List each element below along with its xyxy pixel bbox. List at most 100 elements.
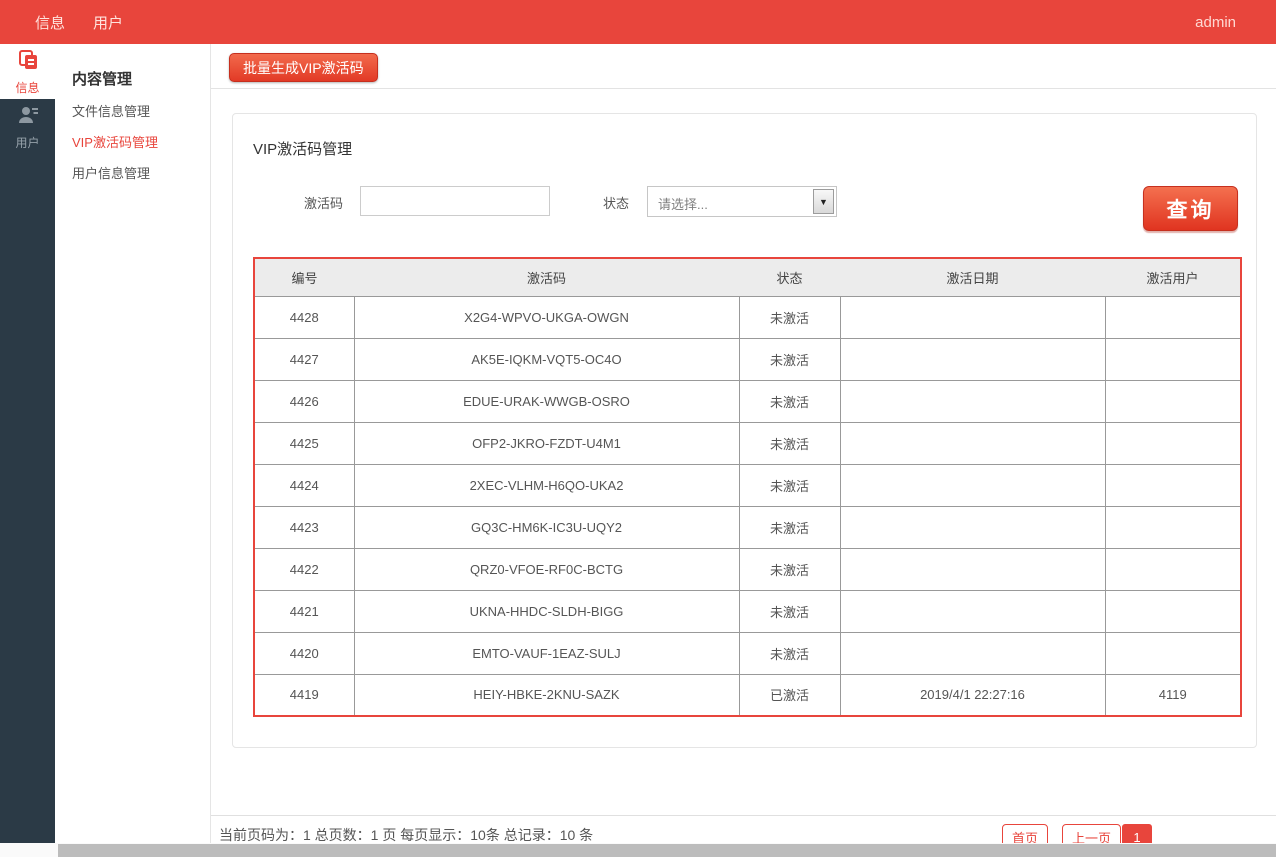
submenu-heading: 内容管理 xyxy=(55,44,210,95)
user-icon xyxy=(16,103,40,132)
table-cell xyxy=(840,590,1105,632)
batch-generate-button[interactable]: 批量生成VIP激活码 xyxy=(229,53,378,82)
app-window: 信息 用户 admin 信息 xyxy=(0,0,1276,857)
table-cell: 4427 xyxy=(254,338,354,380)
table-cell: EDUE-URAK-WWGB-OSRO xyxy=(354,380,739,422)
activation-code-input[interactable] xyxy=(360,186,550,216)
table-cell: 4419 xyxy=(254,674,354,716)
rail-item-user[interactable]: 用户 xyxy=(0,99,55,154)
table-cell: 未激活 xyxy=(739,422,840,464)
horizontal-scrollbar[interactable] xyxy=(0,843,1276,857)
top-tab-user[interactable]: 用户 xyxy=(93,12,123,33)
table-cell: AK5E-IQKM-VQT5-OC4O xyxy=(354,338,739,380)
table-cell xyxy=(1105,506,1241,548)
table-row: 4426EDUE-URAK-WWGB-OSRO未激活 xyxy=(254,380,1241,422)
table-cell xyxy=(840,464,1105,506)
table-cell: 4420 xyxy=(254,632,354,674)
table-cell: 4424 xyxy=(254,464,354,506)
panel-title: VIP激活码管理 xyxy=(253,138,352,159)
table-cell: 2019/4/1 22:27:16 xyxy=(840,674,1105,716)
table-row: 4423GQ3C-HM6K-IC3U-UQY2未激活 xyxy=(254,506,1241,548)
vip-codes-table: 编号激活码状态激活日期激活用户 4428X2G4-WPVO-UKGA-OWGN未… xyxy=(253,257,1242,717)
table-header-row: 编号激活码状态激活日期激活用户 xyxy=(254,258,1241,296)
table-header-cell: 状态 xyxy=(739,258,840,296)
table-cell: 4423 xyxy=(254,506,354,548)
table-cell xyxy=(840,632,1105,674)
table-row: 4421UKNA-HHDC-SLDH-BIGG未激活 xyxy=(254,590,1241,632)
table-row: 4428X2G4-WPVO-UKGA-OWGN未激活 xyxy=(254,296,1241,338)
table-row: 4422QRZ0-VFOE-RF0C-BCTG未激活 xyxy=(254,548,1241,590)
status-field-label: 状态 xyxy=(601,193,629,212)
table-cell: 4428 xyxy=(254,296,354,338)
table-cell xyxy=(1105,590,1241,632)
search-button[interactable]: 查询 xyxy=(1143,186,1238,231)
table-cell xyxy=(840,506,1105,548)
table-cell: 未激活 xyxy=(739,506,840,548)
table-cell xyxy=(840,422,1105,464)
table-cell: 4119 xyxy=(1105,674,1241,716)
table-row: 4427AK5E-IQKM-VQT5-OC4O未激活 xyxy=(254,338,1241,380)
sidebar-item-user-info[interactable]: 用户信息管理 xyxy=(55,157,210,188)
top-nav-tabs: 信息 用户 xyxy=(35,0,123,44)
footer-divider xyxy=(211,815,1276,816)
top-navbar: 信息 用户 admin xyxy=(0,0,1276,44)
table-cell xyxy=(1105,338,1241,380)
table-cell: 未激活 xyxy=(739,464,840,506)
table-cell: UKNA-HHDC-SLDH-BIGG xyxy=(354,590,739,632)
toolbar-divider xyxy=(211,88,1276,89)
table-cell: 未激活 xyxy=(739,338,840,380)
chevron-down-icon: ▼ xyxy=(819,197,828,207)
table-row: 4419HEIY-HBKE-2KNU-SAZK已激活2019/4/1 22:27… xyxy=(254,674,1241,716)
table-cell: 4422 xyxy=(254,548,354,590)
table-row: 4425OFP2-JKRO-FZDT-U4M1未激活 xyxy=(254,422,1241,464)
table-cell: EMTO-VAUF-1EAZ-SULJ xyxy=(354,632,739,674)
status-select-value: 请选择... xyxy=(658,194,708,213)
table-header-cell: 编号 xyxy=(254,258,354,296)
table-cell: 未激活 xyxy=(739,590,840,632)
table-cell xyxy=(1105,464,1241,506)
table-body: 4428X2G4-WPVO-UKGA-OWGN未激活4427AK5E-IQKM-… xyxy=(254,296,1241,716)
table-cell xyxy=(1105,422,1241,464)
select-arrow-button[interactable]: ▼ xyxy=(813,189,834,214)
table-cell xyxy=(840,296,1105,338)
sidebar-item-vip-codes[interactable]: VIP激活码管理 xyxy=(55,126,210,157)
documents-icon xyxy=(16,48,40,77)
table-header-cell: 激活码 xyxy=(354,258,739,296)
code-field-label: 激活码 xyxy=(279,193,343,212)
table-row: 4420EMTO-VAUF-1EAZ-SULJ未激活 xyxy=(254,632,1241,674)
logged-in-user[interactable]: admin xyxy=(1195,0,1236,44)
table-header-cell: 激活日期 xyxy=(840,258,1105,296)
table-cell: 已激活 xyxy=(739,674,840,716)
status-select[interactable]: 请选择... ▼ xyxy=(647,186,837,217)
rail-item-label: 信息 xyxy=(15,79,39,96)
table-cell: QRZ0-VFOE-RF0C-BCTG xyxy=(354,548,739,590)
main-content: 批量生成VIP激活码 VIP激活码管理 激活码 状态 请选择... ▼ 查询 编… xyxy=(211,44,1276,844)
table-cell: 未激活 xyxy=(739,632,840,674)
horizontal-scrollbar-thumb[interactable] xyxy=(58,844,1276,857)
table-cell: 4426 xyxy=(254,380,354,422)
table-cell: GQ3C-HM6K-IC3U-UQY2 xyxy=(354,506,739,548)
table-cell: 4425 xyxy=(254,422,354,464)
icon-rail: 信息 用户 xyxy=(0,44,55,844)
table-cell xyxy=(840,380,1105,422)
table-header-cell: 激活用户 xyxy=(1105,258,1241,296)
table-cell: 未激活 xyxy=(739,548,840,590)
table-cell xyxy=(1105,380,1241,422)
table-cell: 4421 xyxy=(254,590,354,632)
vip-code-panel: VIP激活码管理 激活码 状态 请选择... ▼ 查询 编号激活码状态激活日期激… xyxy=(232,113,1257,748)
table-cell: 未激活 xyxy=(739,380,840,422)
pagination-summary: 当前页码为：1 总页数：1 页 每页显示：10条 总记录：10 条 xyxy=(219,825,593,845)
rail-item-label: 用户 xyxy=(15,134,39,151)
table-cell: OFP2-JKRO-FZDT-U4M1 xyxy=(354,422,739,464)
rail-item-info[interactable]: 信息 xyxy=(0,44,55,99)
table-cell: X2G4-WPVO-UKGA-OWGN xyxy=(354,296,739,338)
sidebar-item-file-info[interactable]: 文件信息管理 xyxy=(55,95,210,126)
table-cell xyxy=(840,338,1105,380)
table-cell xyxy=(840,548,1105,590)
table-cell xyxy=(1105,632,1241,674)
table-cell: HEIY-HBKE-2KNU-SAZK xyxy=(354,674,739,716)
top-tab-info[interactable]: 信息 xyxy=(35,12,65,33)
table-row: 44242XEC-VLHM-H6QO-UKA2未激活 xyxy=(254,464,1241,506)
table-cell xyxy=(1105,296,1241,338)
table-cell: 2XEC-VLHM-H6QO-UKA2 xyxy=(354,464,739,506)
